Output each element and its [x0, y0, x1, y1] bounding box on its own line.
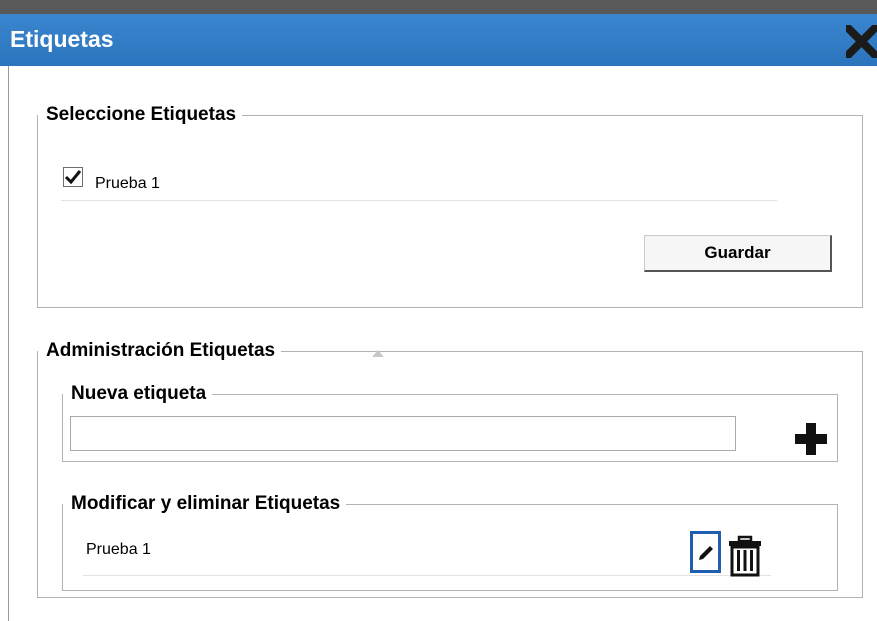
pencil-icon — [699, 546, 713, 560]
add-tag-button[interactable] — [793, 421, 829, 457]
close-button[interactable] — [842, 22, 877, 61]
modify-tags-group: Modificar y eliminar Etiquetas — [62, 493, 838, 591]
tag-row-divider — [83, 575, 771, 576]
select-tags-legend: Seleccione Etiquetas — [46, 104, 237, 125]
save-button[interactable]: Guardar — [644, 235, 832, 272]
admin-tags-legend: Administración Etiquetas — [46, 340, 276, 361]
dialog-left-border — [8, 66, 9, 621]
option-divider — [61, 200, 777, 201]
triangle-up-icon[interactable] — [371, 348, 385, 358]
new-tag-legend: Nueva etiqueta — [71, 383, 207, 404]
close-x-icon — [842, 22, 877, 61]
edit-tag-button[interactable] — [690, 531, 721, 573]
modify-tags-legend: Modificar y eliminar Etiquetas — [71, 493, 341, 514]
trash-icon — [729, 535, 761, 577]
delete-tag-button[interactable] — [726, 535, 764, 577]
dialog-title: Etiquetas — [10, 26, 114, 52]
window-top-border — [0, 0, 877, 14]
dialog-title-bar: Etiquetas — [0, 14, 877, 66]
select-tags-group: Seleccione Etiquetas — [37, 104, 863, 308]
tag-row-label: Prueba 1 — [86, 541, 151, 558]
checkmark-icon — [64, 170, 82, 185]
tag-checkbox[interactable] — [63, 167, 83, 187]
new-tag-input[interactable] — [70, 416, 736, 451]
tag-option-label: Prueba 1 — [95, 175, 160, 192]
tag-option: Prueba 1 — [63, 167, 323, 192]
plus-icon — [795, 423, 827, 455]
